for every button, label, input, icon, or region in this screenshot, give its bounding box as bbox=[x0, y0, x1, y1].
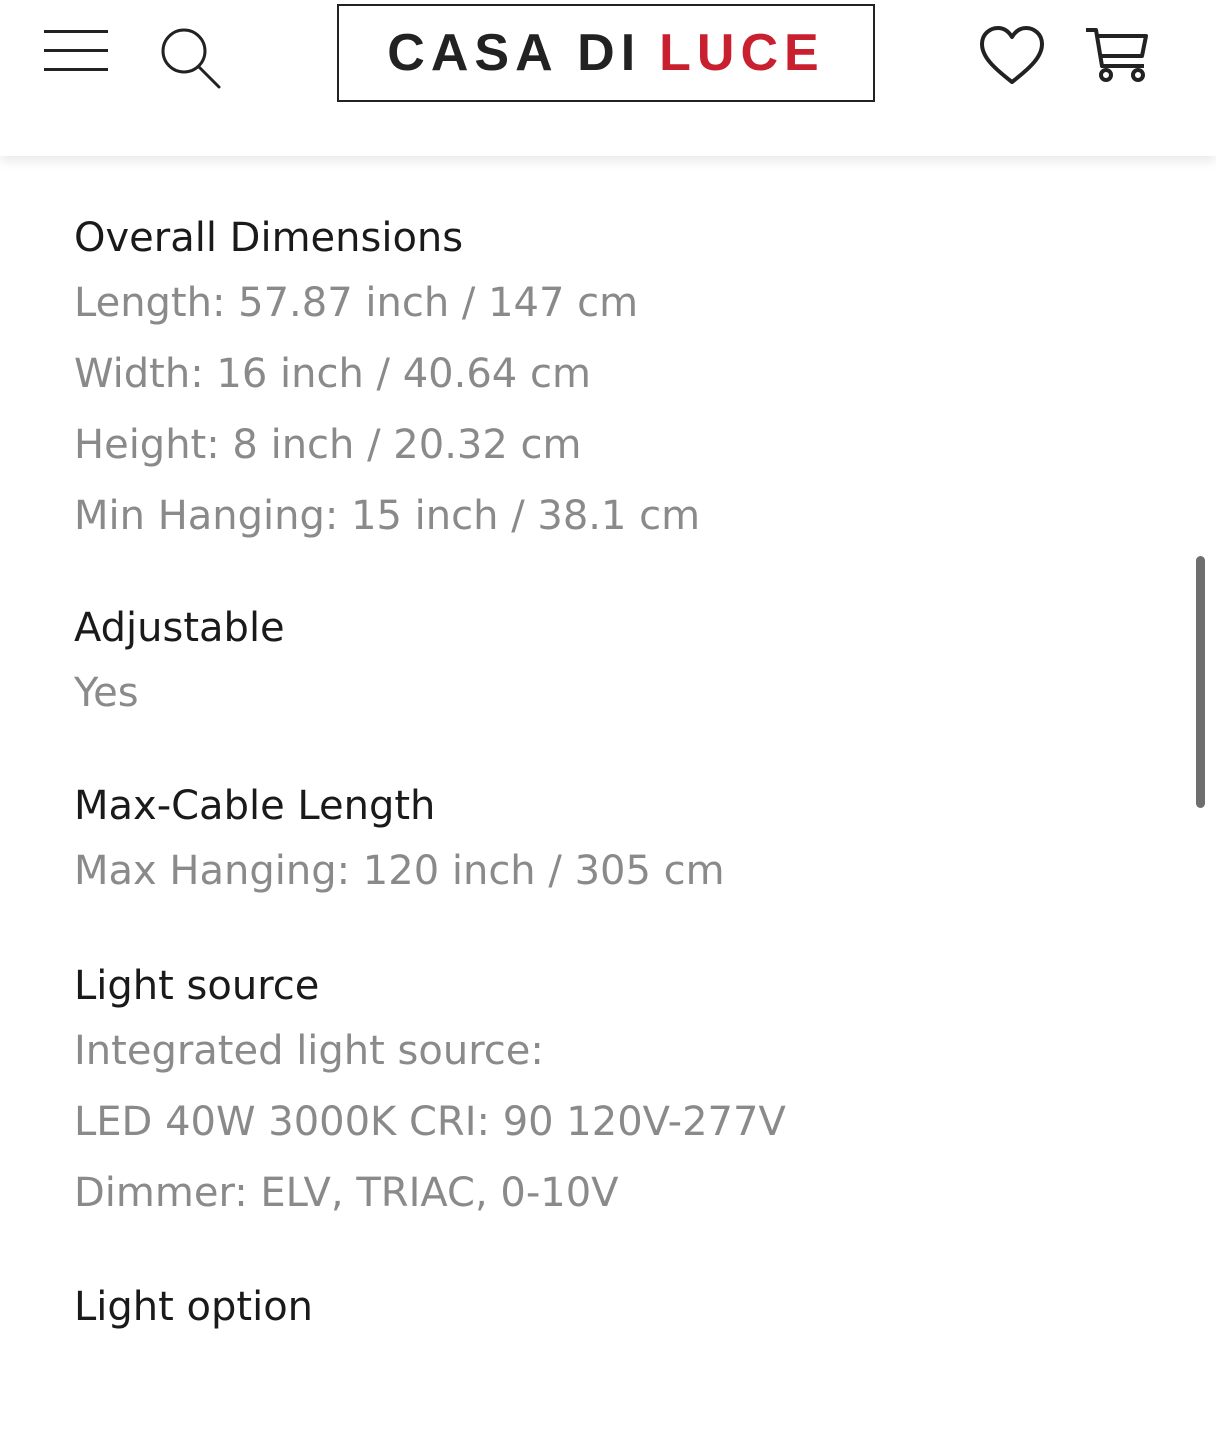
spec-value: Max Hanging: 120 inch / 305 cm bbox=[74, 848, 725, 894]
scrollbar[interactable] bbox=[1196, 556, 1205, 808]
hamburger-menu-icon[interactable] bbox=[44, 28, 110, 76]
shopping-cart-icon[interactable] bbox=[1082, 22, 1154, 86]
spec-title: Light option bbox=[74, 1284, 314, 1330]
search-icon[interactable] bbox=[158, 26, 224, 90]
logo-text-main: CASA DI bbox=[387, 24, 642, 82]
logo-text-accent: LUCE bbox=[659, 24, 825, 82]
spec-value: Dimmer: ELV, TRIAC, 0-10V bbox=[74, 1170, 619, 1216]
spec-value: Height: 8 inch / 20.32 cm bbox=[74, 422, 582, 468]
spec-title: Adjustable bbox=[74, 605, 285, 651]
spec-title: Light source bbox=[74, 963, 320, 1009]
spec-value: Yes bbox=[74, 670, 139, 716]
spec-value: Min Hanging: 15 inch / 38.1 cm bbox=[74, 493, 701, 539]
spec-title: Overall Dimensions bbox=[74, 215, 464, 261]
spec-value: Length: 57.87 inch / 147 cm bbox=[74, 280, 639, 326]
spec-value: LED 40W 3000K CRI: 90 120V-277V bbox=[74, 1099, 786, 1145]
spec-section-dimensions: Overall Dimensions Length: 57.87 inch / … bbox=[74, 208, 1154, 552]
spec-section-light-source: Light source Integrated light source: LE… bbox=[74, 956, 1154, 1229]
spec-section-cable-length: Max-Cable Length Max Hanging: 120 inch /… bbox=[74, 776, 1154, 907]
spec-title: Max-Cable Length bbox=[74, 783, 436, 829]
site-logo[interactable]: CASA DI LUCE bbox=[337, 4, 875, 102]
heart-icon[interactable] bbox=[976, 24, 1048, 88]
spec-value: Integrated light source: bbox=[74, 1028, 544, 1074]
spec-section-adjustable: Adjustable Yes bbox=[74, 598, 1154, 729]
product-specs: Overall Dimensions Length: 57.87 inch / … bbox=[74, 208, 1154, 1337]
spec-section-light-option: Light option bbox=[74, 1277, 1154, 1337]
spec-value: Width: 16 inch / 40.64 cm bbox=[74, 351, 591, 397]
site-header: CASA DI LUCE bbox=[0, 0, 1216, 156]
